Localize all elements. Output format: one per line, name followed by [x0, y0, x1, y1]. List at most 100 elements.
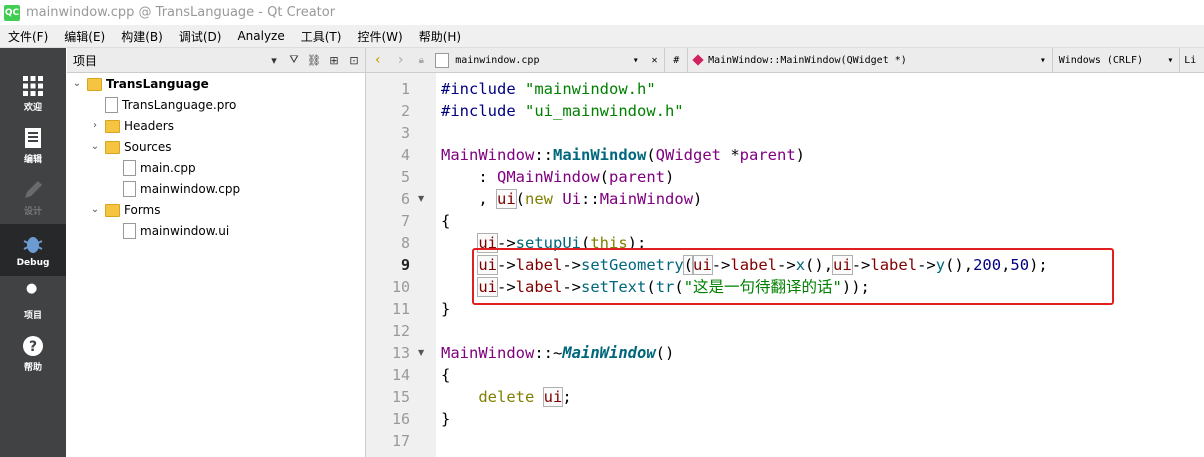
project-folder-icon	[87, 78, 102, 91]
chevron-down-icon[interactable]: ▾	[265, 51, 283, 69]
line-number: 5	[400, 168, 410, 186]
line-number: 14	[391, 366, 410, 384]
mode-help-label: 帮助	[23, 363, 42, 373]
tree-item-label: mainwindow.cpp	[140, 181, 241, 196]
tree-item-label: TransLanguage.pro	[122, 97, 237, 112]
line-number: 3	[400, 124, 410, 142]
mode-welcome-label: 欢迎	[23, 103, 42, 113]
code-line-11: }	[441, 300, 451, 318]
menu-bar: 文件(F) 编辑(E) 构建(B) 调试(D) Analyze 工具(T) 控件…	[0, 25, 1204, 48]
menu-widgets[interactable]: 控件(W)	[349, 28, 410, 45]
forward-icon[interactable]: ›	[390, 48, 412, 72]
menu-help[interactable]: 帮助(H)	[411, 28, 469, 45]
lock-icon: 🔒︎	[418, 54, 424, 66]
symbol-icon	[692, 54, 704, 66]
line-number: 17	[391, 432, 410, 450]
expanded-arrow-icon[interactable]: ⌄	[89, 204, 101, 215]
extra-selector[interactable]: Li	[1179, 48, 1204, 72]
line-number: 6	[400, 190, 410, 208]
menu-tools[interactable]: 工具(T)	[293, 28, 350, 45]
project-panel: 项目 ▾ ⛛ ⛓ ⊞ ⊡ ⌄ TransLanguage TransLangua…	[67, 48, 366, 457]
mode-debug[interactable]: Debug	[0, 224, 66, 276]
tree-item-label: main.cpp	[140, 160, 196, 175]
menu-analyze[interactable]: Analyze	[229, 29, 292, 43]
tree-item-pro-file[interactable]: TransLanguage.pro	[89, 94, 236, 115]
line-number: 10	[391, 278, 410, 296]
pro-file-icon	[105, 96, 118, 113]
symbol-name: MainWindow::MainWindow(QWidget *)	[708, 54, 907, 66]
line-number: 8	[400, 234, 410, 252]
document-icon	[25, 128, 41, 148]
file-icon	[435, 52, 450, 68]
menu-build[interactable]: 构建(B)	[113, 28, 171, 45]
mode-edit-label: 编辑	[23, 155, 42, 165]
code-line-15: delete ui;	[478, 387, 572, 407]
project-panel-toolbar: 项目 ▾ ⛛ ⛓ ⊞ ⊡	[67, 48, 365, 73]
code-line-7: {	[441, 212, 451, 230]
mode-welcome[interactable]: 欢迎	[0, 68, 66, 120]
bug-icon	[23, 236, 43, 253]
tree-item-label: Sources	[124, 139, 172, 154]
link-icon[interactable]: ⛓	[305, 51, 323, 69]
cpp-file-icon	[123, 159, 136, 176]
tree-item-project[interactable]: ⌄ TransLanguage	[71, 73, 209, 94]
menu-file[interactable]: 文件(F)	[0, 28, 56, 45]
file-selector[interactable]: mainwindow.cpp	[431, 48, 633, 72]
mode-edit[interactable]: 编辑	[0, 120, 66, 172]
menu-debug[interactable]: 调试(D)	[171, 28, 230, 45]
mode-projects[interactable]: 项目	[0, 276, 66, 328]
line-number: 15	[391, 388, 410, 406]
tree-item-forms[interactable]: ⌄ Forms	[89, 199, 160, 220]
qt-creator-logo: QC	[4, 4, 20, 21]
tree-item-sources[interactable]: ⌄ Sources	[89, 136, 171, 157]
back-icon[interactable]: ‹	[366, 48, 390, 72]
fold-arrow-icon[interactable]: ▼	[418, 348, 424, 357]
mode-design[interactable]: 设计	[0, 172, 66, 224]
cpp-file-icon	[123, 180, 136, 197]
tree-item-mainwindow-cpp[interactable]: mainwindow.cpp	[107, 178, 240, 199]
code-line-14: {	[441, 366, 451, 384]
chevron-down-icon[interactable]: ▾	[1167, 48, 1179, 72]
tree-item-mainwindow-ui[interactable]: mainwindow.ui	[107, 220, 229, 241]
fold-arrow-icon[interactable]: ▼	[418, 194, 424, 203]
editor-toolbar: ‹ › 🔒︎ mainwindow.cpp ▾ ✕ # MainWindow::…	[366, 48, 1204, 73]
wrench-icon	[25, 283, 37, 302]
hash-label: #	[664, 48, 687, 72]
tree-item-main-cpp[interactable]: main.cpp	[107, 157, 196, 178]
mode-bar: 欢迎 编辑 设计 Debug 项目 ? 帮助	[0, 48, 66, 457]
open-file-name: mainwindow.cpp	[455, 54, 540, 66]
expanded-arrow-icon[interactable]: ⌄	[71, 78, 83, 89]
menu-edit[interactable]: 编辑(E)	[56, 28, 113, 45]
split-icon[interactable]: ⊞	[325, 51, 343, 69]
line-number: 1	[400, 80, 410, 98]
line-number: 16	[391, 410, 410, 428]
mode-help[interactable]: ? 帮助	[0, 328, 66, 380]
tree-item-label: Headers	[124, 118, 174, 133]
tree-item-label: Forms	[124, 202, 161, 217]
symbol-selector[interactable]: MainWindow::MainWindow(QWidget *)	[687, 48, 1040, 72]
line-number: 2	[400, 102, 410, 120]
mode-debug-label: Debug	[16, 257, 50, 268]
mode-design-label: 设计	[23, 207, 42, 217]
tree-item-label: TransLanguage	[106, 76, 209, 91]
sources-folder-icon	[105, 141, 120, 154]
filter-icon[interactable]: ⛛	[285, 51, 303, 69]
chevron-down-icon[interactable]: ▾	[633, 48, 645, 72]
project-panel-title[interactable]: 项目	[73, 52, 263, 69]
line-number: 13	[391, 344, 410, 362]
chevron-down-icon[interactable]: ▾	[1040, 48, 1052, 72]
tree-item-headers[interactable]: › Headers	[89, 115, 174, 136]
line-ending-label: Windows (CRLF)	[1058, 54, 1144, 66]
pen-icon	[25, 181, 42, 198]
svg-text:?: ?	[29, 339, 37, 355]
close-panel-icon[interactable]: ⊡	[345, 51, 363, 69]
mode-projects-label: 项目	[23, 311, 42, 321]
grid-icon	[23, 76, 43, 96]
window-title: mainwindow.cpp @ TransLanguage - Qt Crea…	[26, 5, 336, 20]
line-number: 7	[400, 212, 410, 230]
expanded-arrow-icon[interactable]: ⌄	[89, 141, 101, 152]
close-icon[interactable]: ✕	[645, 48, 665, 72]
code-line-6: , ui(new Ui::MainWindow)	[441, 189, 703, 209]
collapsed-arrow-icon[interactable]: ›	[89, 120, 101, 131]
line-ending-selector[interactable]: Windows (CRLF)	[1051, 48, 1168, 72]
